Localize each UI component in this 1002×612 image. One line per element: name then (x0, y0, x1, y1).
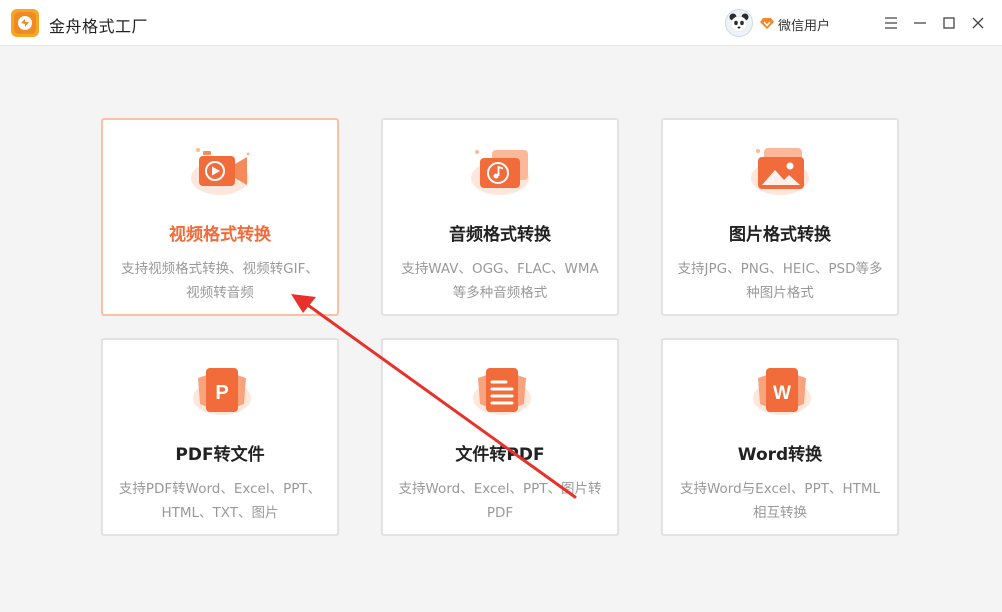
card-description: 支持JPG、PNG、HEIC、PSD等多种图片格式 (677, 261, 883, 301)
maximize-icon[interactable] (939, 13, 959, 33)
file-icon (473, 368, 531, 415)
card-pdf-to-file[interactable]: P PDF转文件 支持PDF转Word、Excel、PPT、HTML、TXT、图… (101, 338, 339, 536)
word-icon: W (753, 368, 811, 415)
video-icon (191, 148, 250, 195)
card-title: Word转换 (737, 445, 823, 465)
minimize-icon[interactable] (910, 13, 930, 33)
card-title: 音频格式转换 (449, 225, 551, 245)
title-bar: 金舟格式工厂 微信用户 (0, 0, 1002, 46)
card-video-convert[interactable]: 视频格式转换 支持视频格式转换、视频转GIF、视频转音频 (101, 118, 339, 316)
pdf-icon: P (193, 368, 251, 415)
avatar[interactable] (725, 9, 753, 37)
card-title: 文件转PDF (455, 445, 545, 465)
card-description: 支持WAV、OGG、FLAC、WMA等多种音频格式 (401, 261, 599, 301)
card-file-to-pdf[interactable]: 文件转PDF 支持Word、Excel、PPT、图片转PDF (381, 338, 619, 536)
audio-icon (471, 150, 529, 195)
card-description: 支持PDF转Word、Excel、PPT、HTML、TXT、图片 (118, 481, 322, 521)
card-audio-convert[interactable]: 音频格式转换 支持WAV、OGG、FLAC、WMA等多种音频格式 (381, 118, 619, 316)
card-description: 支持视频格式转换、视频转GIF、视频转音频 (121, 261, 319, 301)
card-description: 支持Word、Excel、PPT、图片转PDF (398, 481, 602, 521)
svg-text:W: W (773, 383, 791, 404)
menu-icon[interactable] (881, 13, 901, 33)
card-description: 支持Word与Excel、PPT、HTML相互转换 (679, 481, 881, 521)
close-icon[interactable] (968, 13, 988, 33)
main-area: 视频格式转换 支持视频格式转换、视频转GIF、视频转音频 音频格式转换 支持WA… (0, 47, 1002, 612)
image-icon (751, 148, 809, 195)
app-title: 金舟格式工厂 (49, 17, 149, 36)
card-word-convert[interactable]: W Word转换 支持Word与Excel、PPT、HTML相互转换 (661, 338, 899, 536)
svg-text:P: P (215, 382, 228, 404)
user-name[interactable]: 微信用户 (778, 15, 830, 34)
card-title: 图片格式转换 (729, 225, 831, 245)
app-logo-icon (11, 9, 39, 37)
card-image-convert[interactable]: 图片格式转换 支持JPG、PNG、HEIC、PSD等多种图片格式 (661, 118, 899, 316)
card-title: 视频格式转换 (169, 225, 271, 245)
card-title: PDF转文件 (175, 445, 265, 465)
vip-diamond-icon (760, 18, 774, 29)
